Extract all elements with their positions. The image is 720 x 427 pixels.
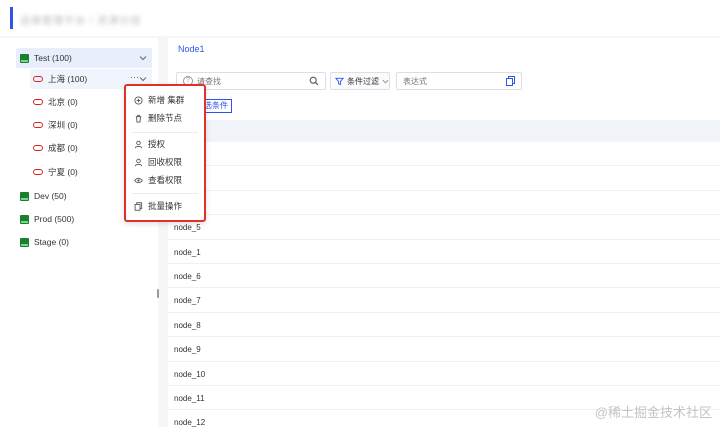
table-cell: node_11 (174, 393, 205, 403)
table-cell: node_5 (174, 223, 201, 233)
chevron-down-icon[interactable] (139, 54, 147, 62)
group-icon (20, 191, 29, 201)
table-row[interactable]: node_2 (168, 142, 720, 167)
group-icon (20, 214, 29, 224)
menu-item-batch-operation[interactable]: 批量操作 (134, 199, 182, 213)
tree-item-label: Test (100) (34, 53, 72, 63)
table-row[interactable]: node_1 (168, 240, 720, 264)
page-title: 运维管理平台 / 资源分组 (20, 16, 142, 27)
copy-icon[interactable] (506, 76, 515, 86)
node-icon (33, 169, 43, 175)
table-row[interactable]: node_5 (168, 215, 720, 240)
node-title: Node1 (178, 44, 205, 54)
menu-item-delete-node[interactable]: 删除节点 (134, 111, 182, 125)
user-revoke-icon (134, 158, 143, 166)
tree-item-label: 上海 (100) (48, 74, 88, 84)
table-cell: node_8 (174, 320, 201, 330)
search-input[interactable] (197, 75, 297, 87)
table-row[interactable]: node_10 (168, 362, 720, 386)
tree-item-label: Stage (0) (34, 237, 69, 247)
tree-item-label: Prod (500) (34, 214, 75, 224)
menu-divider (132, 132, 198, 133)
menu-item-view-permissions[interactable]: 查看权限 (134, 173, 182, 187)
tree-item-label: 深圳 (0) (48, 120, 78, 130)
tree-item-label: Dev (50) (34, 191, 67, 201)
menu-item-label: 新增 集群 (148, 95, 185, 105)
plus-circle-icon (134, 95, 143, 105)
node-icon (33, 122, 43, 128)
context-menu: 新增 集群 删除节点 授权 回收权限 查看权限 批量操作 (124, 84, 206, 222)
tree-item-beijing[interactable]: 北京 (0) (30, 92, 120, 112)
expression-input[interactable] (403, 75, 503, 87)
header-accent-bar (10, 7, 13, 29)
page-header: 运维管理平台 / 资源分组 (0, 0, 720, 38)
table-row[interactable]: node_3 (168, 166, 720, 191)
tree-item-test[interactable]: Test (100) (16, 48, 152, 68)
node-icon (33, 99, 43, 105)
table-row[interactable]: node_7 (168, 288, 720, 313)
menu-item-revoke[interactable]: 回收权限 (134, 155, 182, 169)
menu-item-grant[interactable]: 授权 (134, 137, 165, 151)
menu-item-label: 删除节点 (148, 113, 183, 123)
watermark: @稀土掘金技术社区 (594, 405, 712, 420)
table-cell: node_1 (174, 247, 201, 257)
table-cell: node_7 (174, 296, 201, 306)
node-icon (33, 145, 43, 151)
table-header: ID ▲▼ (168, 120, 720, 142)
trash-icon (135, 114, 142, 123)
tree-item-shenzhen[interactable]: 深圳 (0) (30, 115, 120, 135)
tree-item-chengdu[interactable]: 成都 (0) (30, 138, 120, 158)
tree-item-ningxia[interactable]: 宁夏 (0) (30, 162, 120, 182)
expression-field[interactable] (396, 72, 522, 90)
menu-divider (132, 193, 198, 194)
table-row[interactable]: node_9 (168, 337, 720, 362)
tree-item-label: 宁夏 (0) (48, 167, 78, 177)
chevron-down-icon (382, 79, 389, 83)
search-icon[interactable] (309, 76, 319, 86)
copy-icon (134, 201, 143, 211)
menu-item-label: 回收权限 (148, 157, 183, 167)
tree-item-stage[interactable]: Stage (0) (16, 232, 152, 252)
group-icon (20, 53, 29, 63)
user-icon (134, 140, 143, 148)
node-table: ID ▲▼ node_2 node_3 node_4 node_5 node_1… (168, 120, 720, 427)
tree-item-label: 成都 (0) (48, 143, 78, 153)
chevron-down-icon[interactable] (139, 75, 147, 83)
more-icon[interactable]: ··· (130, 72, 139, 82)
node-icon (33, 76, 43, 82)
table-cell: node_12 (174, 418, 206, 427)
menu-item-add-cluster[interactable]: 新增 集群 (134, 93, 184, 107)
filter-icon (335, 77, 344, 85)
menu-item-label: 授权 (148, 139, 166, 149)
table-cell: node_10 (174, 369, 206, 379)
group-icon (20, 237, 29, 247)
filter-label: 条件过滤 (347, 76, 379, 86)
splitter-grip-icon[interactable] (157, 289, 159, 298)
table-row[interactable]: node_4 (168, 191, 720, 216)
main-panel: Node1 ? 条件过滤 保存筛选条件 ID ▲▼ node_2 node_3 … (168, 38, 720, 427)
table-cell: node_9 (174, 345, 201, 355)
table-row[interactable]: node_6 (168, 264, 720, 289)
menu-item-label: 批量操作 (148, 201, 183, 211)
menu-item-label: 查看权限 (148, 175, 183, 185)
eye-icon (134, 177, 143, 183)
tree-item-label: 北京 (0) (48, 97, 78, 107)
table-row[interactable]: node_8 (168, 313, 720, 338)
table-cell: node_6 (174, 271, 201, 281)
condition-filter-dropdown[interactable]: 条件过滤 (330, 72, 390, 90)
